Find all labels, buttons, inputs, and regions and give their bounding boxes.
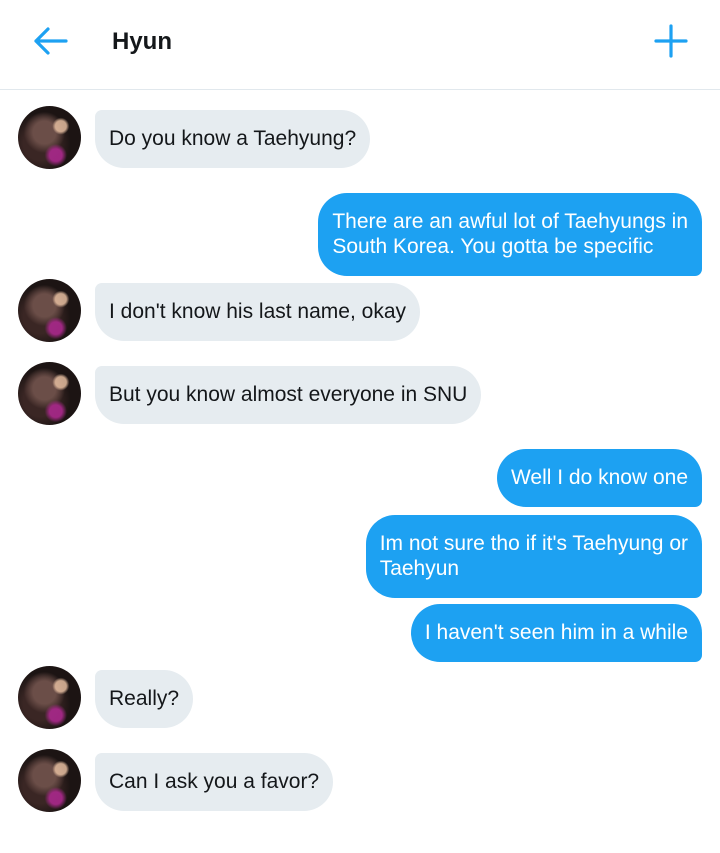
message-bubble-incoming[interactable]: Can I ask you a favor? <box>95 753 334 811</box>
avatar[interactable] <box>18 279 81 342</box>
conversation-header: Hyun <box>0 0 720 90</box>
message-bubble-outgoing[interactable]: There are an awful lot of Taehyungs in S… <box>318 193 702 276</box>
avatar[interactable] <box>18 749 81 812</box>
plus-icon <box>654 24 688 58</box>
message-bubble-incoming[interactable]: But you know almost everyone in SNU <box>95 366 482 424</box>
back-button[interactable] <box>30 24 70 58</box>
add-button[interactable] <box>652 22 690 60</box>
arrow-left-icon <box>34 27 68 55</box>
avatar[interactable] <box>18 666 81 729</box>
message-bubble-incoming[interactable]: Do you know a Taehyung? <box>95 110 371 168</box>
avatar[interactable] <box>18 106 81 169</box>
conversation-title[interactable]: Hyun <box>112 27 172 57</box>
avatar[interactable] <box>18 362 81 425</box>
message-bubble-incoming[interactable]: I don't know his last name, okay <box>95 283 420 341</box>
message-bubble-outgoing[interactable]: I haven't seen him in a while <box>410 604 702 662</box>
message-bubble-incoming[interactable]: Really? <box>95 670 194 728</box>
message-bubble-outgoing[interactable]: Im not sure tho if it's Taehyung or Taeh… <box>365 515 702 598</box>
message-bubble-outgoing[interactable]: Well I do know one <box>496 449 702 507</box>
